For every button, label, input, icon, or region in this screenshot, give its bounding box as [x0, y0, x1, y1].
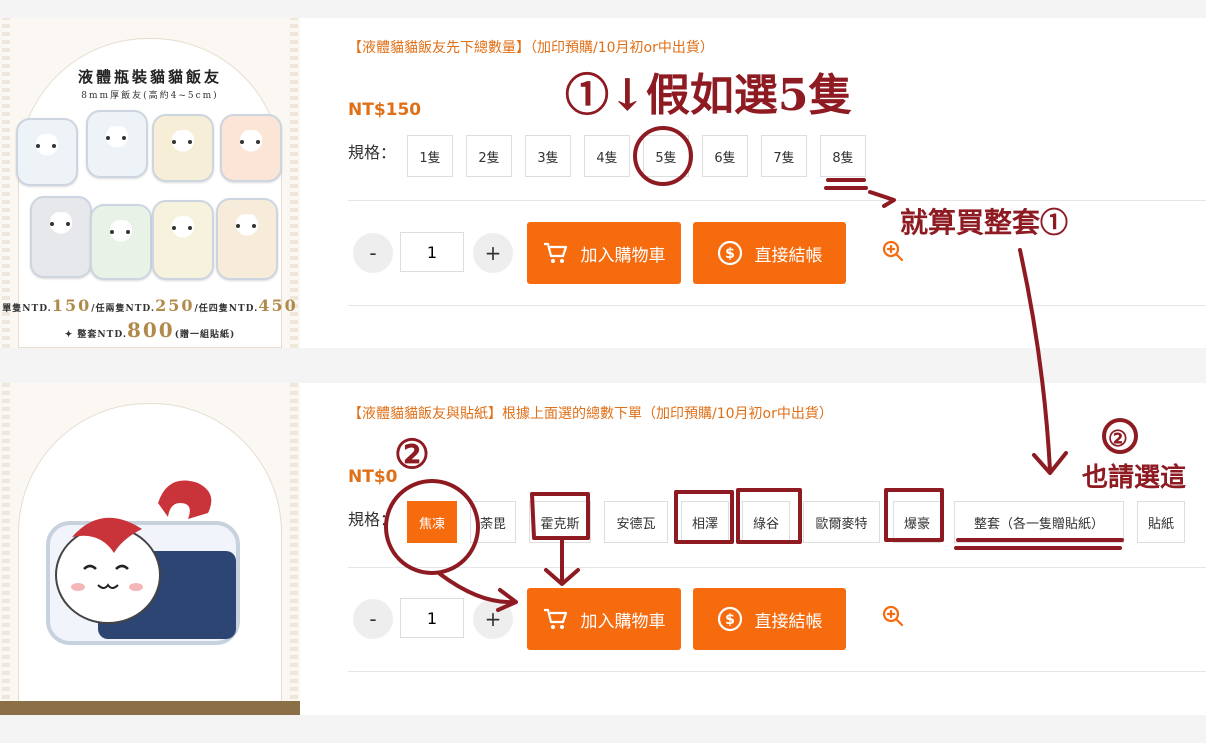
spec-option-sticker[interactable]: 貼紙: [1137, 501, 1185, 543]
spec-option-todoroki[interactable]: 焦凍: [407, 501, 457, 543]
sticker-3: [152, 114, 214, 182]
zoom-in-icon[interactable]: [881, 604, 905, 628]
spec-option-4[interactable]: 4隻: [584, 135, 630, 177]
dollar-icon: $: [717, 240, 742, 266]
spec-option-1[interactable]: 1隻: [407, 135, 453, 177]
divider: [348, 671, 1206, 672]
sparkle-icon: ✦: [64, 330, 78, 340]
cat-sticker-image: [46, 480, 240, 645]
spec-label: 規格：: [348, 510, 397, 529]
checkout-button[interactable]: $ 直接結帳: [693, 222, 846, 284]
spec-option-bakugo[interactable]: 爆豪: [893, 501, 941, 543]
checkout-label: 直接結帳: [754, 611, 823, 632]
add-to-cart-button[interactable]: 加入購物車: [527, 222, 681, 284]
spec-option-3[interactable]: 3隻: [525, 135, 571, 177]
product-image-2[interactable]: [0, 383, 300, 715]
dollar-icon: $: [717, 606, 742, 632]
sticker-1: [16, 118, 78, 186]
cart-icon: [543, 608, 567, 629]
cart-icon: [543, 242, 567, 263]
sticker-2: [86, 110, 148, 178]
spec-label: 規格：: [348, 143, 397, 162]
product-price: NT$150: [348, 100, 422, 120]
sticker-4: [220, 114, 282, 182]
sticker-8: [216, 198, 278, 280]
qty-input[interactable]: [400, 598, 464, 638]
spec-option-full-set[interactable]: 整套（各一隻贈貼紙）: [954, 501, 1124, 543]
checkout-button[interactable]: $ 直接結帳: [693, 588, 846, 650]
product-image-1[interactable]: 液體瓶裝貓貓飯友 8mm厚飯友(高約4~5cm) 單隻NTD.150/任兩隻NT…: [0, 18, 300, 348]
qty-plus-button[interactable]: +: [473, 599, 513, 639]
divider: [348, 200, 1206, 201]
spec-option-7[interactable]: 7隻: [761, 135, 807, 177]
sticker-6: [90, 204, 152, 280]
spec-option-midoriya[interactable]: 綠谷: [742, 501, 790, 543]
spec-option-2[interactable]: 2隻: [466, 135, 512, 177]
zoom-in-icon[interactable]: [881, 239, 905, 263]
qty-input[interactable]: [400, 232, 464, 272]
product-card-2: 【液體貓貓飯友與貼紙】根據上面選的總數下單（加印預購/10月初or中出貨） NT…: [0, 383, 1206, 715]
qty-plus-button[interactable]: +: [473, 233, 513, 273]
spec-option-5[interactable]: 5隻: [643, 135, 689, 177]
spec-option-endeavor[interactable]: 安德瓦: [604, 501, 668, 543]
spec-option-aizawa[interactable]: 相澤: [681, 501, 729, 543]
product-title[interactable]: 【液體貓貓飯友與貼紙】根據上面選的總數下單（加印預購/10月初or中出貨）: [348, 403, 833, 423]
qty-minus-button[interactable]: -: [353, 233, 393, 273]
frame-border-left: [2, 383, 10, 715]
svg-text:$: $: [725, 246, 735, 262]
frame-border-right: [290, 383, 298, 715]
divider: [348, 305, 1206, 306]
image-subtitle: 8mm厚飯友(高約4~5cm): [81, 91, 219, 101]
spec-option-6[interactable]: 6隻: [702, 135, 748, 177]
add-to-cart-button[interactable]: 加入購物車: [527, 588, 681, 650]
spec-option-all-might[interactable]: 歐爾麥特: [803, 501, 880, 543]
divider: [348, 567, 1206, 568]
qty-minus-button[interactable]: -: [353, 599, 393, 639]
image-title: 液體瓶裝貓貓飯友: [77, 68, 222, 86]
image-price-line-2: ✦ 整套NTD.800(贈一組貼紙): [64, 318, 236, 342]
spec-option-8[interactable]: 8隻: [820, 135, 866, 177]
product-card-1: 液體瓶裝貓貓飯友 8mm厚飯友(高約4~5cm) 單隻NTD.150/任兩隻NT…: [0, 18, 1206, 348]
image-bottom-bar: [0, 701, 300, 715]
spec-option-dabi[interactable]: 荼毘: [470, 501, 516, 543]
product-price: NT$0: [348, 467, 398, 487]
svg-text:$: $: [725, 612, 735, 628]
sticker-5: [30, 196, 92, 278]
add-to-cart-label: 加入購物車: [580, 611, 666, 632]
add-to-cart-label: 加入購物車: [580, 245, 666, 266]
checkout-label: 直接結帳: [754, 245, 823, 266]
product-title[interactable]: 【液體貓貓飯友先下總數量】（加印預購/10月初or中出貨）: [348, 37, 714, 57]
image-price-line-1: 單隻NTD.150/任兩隻NTD.250/任四隻NTD.450: [2, 296, 298, 315]
sticker-7: [152, 200, 214, 280]
spec-option-hawks[interactable]: 霍克斯: [529, 501, 591, 543]
